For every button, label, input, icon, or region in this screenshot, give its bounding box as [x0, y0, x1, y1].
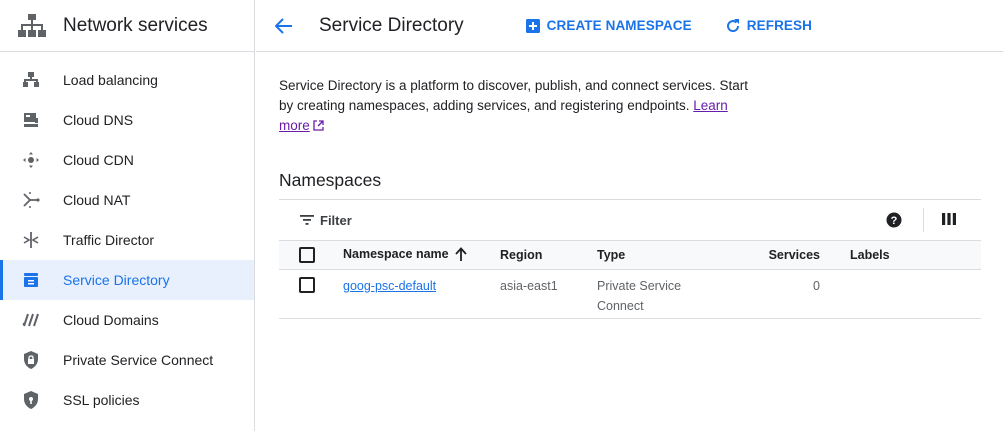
- column-display-icon[interactable]: [942, 212, 960, 230]
- cdn-icon: [21, 150, 41, 170]
- sidebar-item-label: Cloud CDN: [63, 152, 134, 168]
- page-header: Service Directory CREATE NAMESPACE REFRE…: [256, 0, 1003, 52]
- help-icon[interactable]: ?: [886, 212, 904, 230]
- sidebar-item-ssl-policies[interactable]: SSL policies: [0, 380, 254, 420]
- sidebar: Network services Load balancing Cloud DN…: [0, 0, 255, 431]
- back-arrow-icon[interactable]: [272, 14, 296, 38]
- row-checkbox[interactable]: [299, 277, 315, 293]
- external-link-icon: [313, 117, 324, 137]
- sidebar-item-cloud-cdn[interactable]: Cloud CDN: [0, 140, 254, 180]
- network-services-icon: [17, 11, 47, 41]
- add-box-icon: [525, 18, 541, 34]
- sidebar-item-label: Cloud NAT: [63, 192, 131, 208]
- select-all-checkbox[interactable]: [299, 246, 315, 263]
- sidebar-nav: Load balancing Cloud DNS Cloud CDN Cloud…: [0, 60, 254, 420]
- namespace-link[interactable]: goog-psc-default: [343, 279, 436, 293]
- service-directory-icon: [21, 270, 41, 290]
- sidebar-title: Network services: [63, 14, 208, 36]
- filter-button[interactable]: Filter: [300, 213, 352, 228]
- namespaces-heading: Namespaces: [279, 170, 382, 190]
- sidebar-item-label: SSL policies: [63, 392, 140, 408]
- refresh-button[interactable]: REFRESH: [725, 18, 812, 34]
- sidebar-item-private-service-connect[interactable]: Private Service Connect: [0, 340, 254, 380]
- sidebar-item-cloud-nat[interactable]: Cloud NAT: [0, 180, 254, 220]
- sidebar-item-label: Service Directory: [63, 272, 170, 288]
- refresh-icon: [725, 18, 741, 34]
- sort-ascending-icon[interactable]: [454, 246, 467, 264]
- domains-icon: [21, 310, 41, 330]
- sidebar-item-label: Cloud Domains: [63, 312, 159, 328]
- column-header-region[interactable]: Region: [500, 241, 597, 270]
- toolbar-divider: [923, 208, 924, 232]
- filter-icon: [300, 215, 314, 225]
- page-description: Service Directory is a platform to disco…: [279, 76, 759, 137]
- sidebar-item-service-directory[interactable]: Service Directory: [0, 260, 254, 300]
- services-cell: 0: [813, 279, 820, 293]
- create-namespace-button[interactable]: CREATE NAMESPACE: [525, 18, 692, 34]
- column-header-type[interactable]: Type: [597, 241, 727, 270]
- sidebar-header: Network services: [0, 0, 254, 52]
- filter-label: Filter: [320, 212, 352, 228]
- main-content: Service Directory is a platform to disco…: [279, 52, 981, 319]
- traffic-director-icon: [21, 230, 41, 250]
- sidebar-item-load-balancing[interactable]: Load balancing: [0, 60, 254, 100]
- create-namespace-label: CREATE NAMESPACE: [546, 18, 692, 33]
- sidebar-item-label: Load balancing: [63, 72, 158, 88]
- namespaces-table: Namespace name Region Type Services Labe…: [279, 240, 981, 319]
- sidebar-item-traffic-director[interactable]: Traffic Director: [0, 220, 254, 260]
- column-name-label: Namespace name: [343, 246, 449, 261]
- sidebar-item-cloud-domains[interactable]: Cloud Domains: [0, 300, 254, 340]
- row-select-cell: [279, 270, 343, 319]
- type-cell: Private Service Connect: [597, 279, 682, 313]
- svg-text:?: ?: [891, 215, 898, 227]
- nat-icon: [21, 190, 41, 210]
- select-all-cell: [279, 241, 343, 270]
- sidebar-item-label: Traffic Director: [63, 232, 155, 248]
- description-text: Service Directory is a platform to disco…: [279, 78, 748, 113]
- labels-cell: [837, 270, 981, 319]
- column-header-services[interactable]: Services: [727, 241, 837, 270]
- lock-shield-icon: [21, 350, 41, 370]
- table-header-row: Namespace name Region Type Services Labe…: [279, 240, 981, 270]
- sidebar-item-label: Cloud DNS: [63, 112, 134, 128]
- column-header-name[interactable]: Namespace name: [343, 241, 500, 270]
- namespace-name-cell: goog-psc-default: [343, 270, 500, 319]
- table-row: goog-psc-default asia-east1 Private Serv…: [279, 270, 981, 319]
- column-header-labels[interactable]: Labels: [837, 241, 981, 270]
- sidebar-item-cloud-dns[interactable]: Cloud DNS: [0, 100, 254, 140]
- filter-toolbar: Filter ?: [279, 199, 981, 240]
- region-cell: asia-east1: [500, 279, 558, 293]
- load-balancing-icon: [21, 70, 41, 90]
- page-title: Service Directory: [319, 14, 464, 36]
- dns-icon: [21, 110, 41, 130]
- sidebar-item-label: Private Service Connect: [63, 352, 214, 368]
- shield-icon: [21, 390, 41, 410]
- refresh-label: REFRESH: [746, 18, 812, 33]
